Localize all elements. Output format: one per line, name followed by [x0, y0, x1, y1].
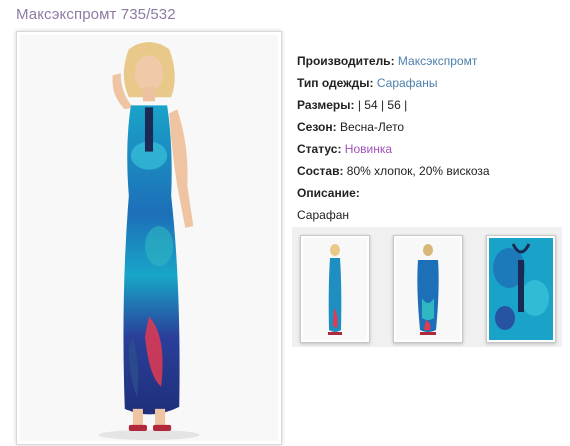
- sizes-label: Размеры:: [297, 98, 355, 112]
- thumbnail-detail-image: [489, 238, 553, 340]
- thumbnail-gallery: [292, 227, 562, 347]
- status-link[interactable]: Новинка: [345, 142, 392, 156]
- clothing-type-row: Тип одежды: Сарафаны: [297, 75, 567, 97]
- model-in-dress-image: [98, 42, 200, 440]
- composition-row: Состав: 80% хлопок, 20% вискоза: [297, 163, 567, 185]
- description-label-row: Описание:: [297, 185, 567, 207]
- season-label: Сезон:: [297, 120, 337, 134]
- status-row: Статус: Новинка: [297, 141, 567, 163]
- composition-label: Состав:: [297, 164, 344, 178]
- thumbnail-detail-view[interactable]: [486, 235, 556, 343]
- product-title: Максэкспромт 735/532: [16, 6, 176, 23]
- thumbnail-back-view[interactable]: [393, 235, 463, 343]
- season-row: Сезон: Весна-Лето: [297, 119, 567, 141]
- description-value-row: Сарафан: [297, 207, 567, 229]
- clothing-type-link[interactable]: Сарафаны: [377, 76, 438, 90]
- sizes-value: | 54 | 56 |: [357, 98, 408, 112]
- sizes-row: Размеры: | 54 | 56 |: [297, 97, 567, 119]
- manufacturer-link[interactable]: Максэкспромт: [398, 54, 477, 68]
- clothing-type-label: Тип одежды:: [297, 76, 374, 90]
- thumbnail-front-image: [303, 238, 367, 340]
- product-details: Производитель: Максэкспромт Тип одежды: …: [297, 53, 567, 229]
- description-label: Описание:: [297, 186, 360, 200]
- manufacturer-row: Производитель: Максэкспромт: [297, 53, 567, 75]
- manufacturer-label: Производитель:: [297, 54, 395, 68]
- description-value: Сарафан: [297, 208, 349, 222]
- thumbnail-front-view[interactable]: [300, 235, 370, 343]
- status-label: Статус:: [297, 142, 342, 156]
- composition-value: 80% хлопок, 20% вискоза: [346, 164, 490, 178]
- main-product-photo[interactable]: [16, 31, 282, 445]
- season-value: Весна-Лето: [339, 120, 405, 134]
- thumbnail-back-image: [396, 238, 460, 340]
